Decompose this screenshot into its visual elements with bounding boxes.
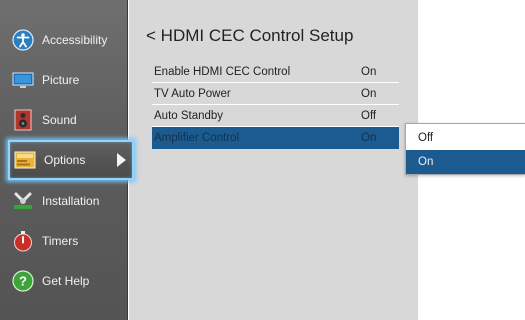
sidebar-item-installation[interactable]: Installation: [8, 182, 126, 220]
setting-value: Off: [361, 109, 377, 122]
options-icon: [14, 149, 36, 171]
sidebar-item-get-help[interactable]: ? Get Help: [8, 262, 126, 300]
title-text: HDMI CEC Control Setup: [160, 26, 354, 45]
chevron-right-icon: [117, 153, 126, 167]
sidebar-item-label: Picture: [42, 73, 80, 87]
timers-icon: [12, 230, 34, 252]
sidebar-item-label: Installation: [42, 194, 100, 208]
dropdown-option-on[interactable]: On: [406, 150, 525, 174]
setting-row-amplifier-control[interactable]: Amplifier Control On: [152, 127, 399, 149]
installation-icon: [12, 190, 34, 212]
setting-row-auto-standby[interactable]: Auto Standby Off: [152, 105, 399, 127]
setting-label: Amplifier Control: [154, 132, 239, 144]
get-help-icon: ?: [12, 270, 34, 292]
sidebar-item-label: Timers: [42, 234, 79, 248]
sidebar-item-label: Options: [44, 153, 86, 167]
setting-value: On: [361, 132, 377, 144]
accessibility-icon: [12, 29, 34, 51]
sidebar-item-options[interactable]: Options: [8, 140, 134, 180]
sidebar-item-timers[interactable]: Timers: [8, 222, 126, 260]
sidebar-item-picture[interactable]: Picture: [8, 61, 126, 99]
setting-row-enable-hdmi-cec[interactable]: Enable HDMI CEC Control On: [152, 61, 399, 83]
svg-text:?: ?: [19, 274, 27, 289]
sidebar-item-label: Get Help: [42, 274, 90, 288]
back-button[interactable]: <: [146, 26, 156, 45]
settings-sidebar: Accessibility Picture Sound Options Inst…: [0, 0, 134, 320]
setting-value: On: [361, 65, 377, 78]
page-title: < HDMI CEC Control Setup: [146, 26, 353, 46]
option-label: On: [418, 156, 434, 168]
dropdown-option-off[interactable]: Off: [406, 126, 525, 150]
settings-panel: [129, 0, 418, 320]
setting-label: TV Auto Power: [154, 87, 231, 100]
value-dropdown: Off On: [405, 123, 525, 175]
sidebar-item-accessibility[interactable]: Accessibility: [8, 21, 126, 59]
picture-icon: [12, 69, 34, 91]
sound-icon: [12, 109, 34, 131]
setting-label: Auto Standby: [154, 109, 224, 122]
setting-label: Enable HDMI CEC Control: [154, 65, 291, 78]
sidebar-item-label: Accessibility: [42, 33, 108, 47]
option-label: Off: [418, 132, 434, 144]
sidebar-item-sound[interactable]: Sound: [8, 101, 126, 139]
setting-row-tv-auto-power[interactable]: TV Auto Power On: [152, 83, 399, 105]
sidebar-item-label: Sound: [42, 113, 77, 127]
setting-value: On: [361, 87, 377, 100]
